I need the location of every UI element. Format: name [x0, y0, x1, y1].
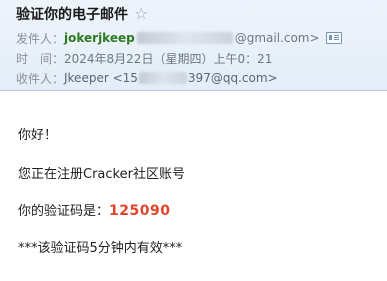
sent-time: 2024年8月22日（星期四）上午0：21	[64, 51, 273, 66]
recipient-prefix: 15	[122, 71, 138, 85]
sender-name[interactable]: jokerjkeep	[64, 31, 135, 45]
redacted-recipient	[138, 72, 187, 84]
sender-email-suffix: @gmail.com>	[234, 31, 320, 45]
time-label: 时 间：	[16, 51, 65, 66]
email-subject: 验证你的电子邮件	[16, 7, 128, 23]
from-row: 发件人： jokerjkeep @gmail.com>	[16, 29, 342, 47]
contact-card-icon[interactable]	[325, 32, 342, 44]
redacted-sender-email	[136, 32, 233, 44]
to-row: 收件人： Jkeeper < 15 397@qq.com>	[16, 69, 278, 87]
code-label: 你的验证码是：	[18, 204, 110, 219]
to-label: 收件人：	[16, 71, 65, 86]
verification-code: 125090	[109, 203, 171, 219]
greeting-text: 你好！	[18, 128, 58, 143]
recipient-name[interactable]: Jkeeper <	[64, 71, 123, 85]
recipient-suffix: 397@qq.com>	[187, 71, 278, 85]
subject-row: 验证你的电子邮件 ☆	[16, 4, 148, 24]
time-row: 时 间： 2024年8月22日（星期四）上午0：21	[16, 49, 272, 67]
header-divider	[0, 90, 387, 91]
from-label: 发件人：	[16, 31, 65, 46]
star-icon[interactable]: ☆	[134, 6, 148, 22]
intro-text: 您正在注册Cracker社区账号	[18, 167, 185, 182]
verification-code-line: 你的验证码是：125090	[18, 200, 170, 219]
validity-text: ***该验证码5分钟内有效***	[18, 241, 183, 256]
email-header: 验证你的电子邮件 ☆ 发件人： jokerjkeep @gmail.com> 时…	[0, 0, 387, 91]
